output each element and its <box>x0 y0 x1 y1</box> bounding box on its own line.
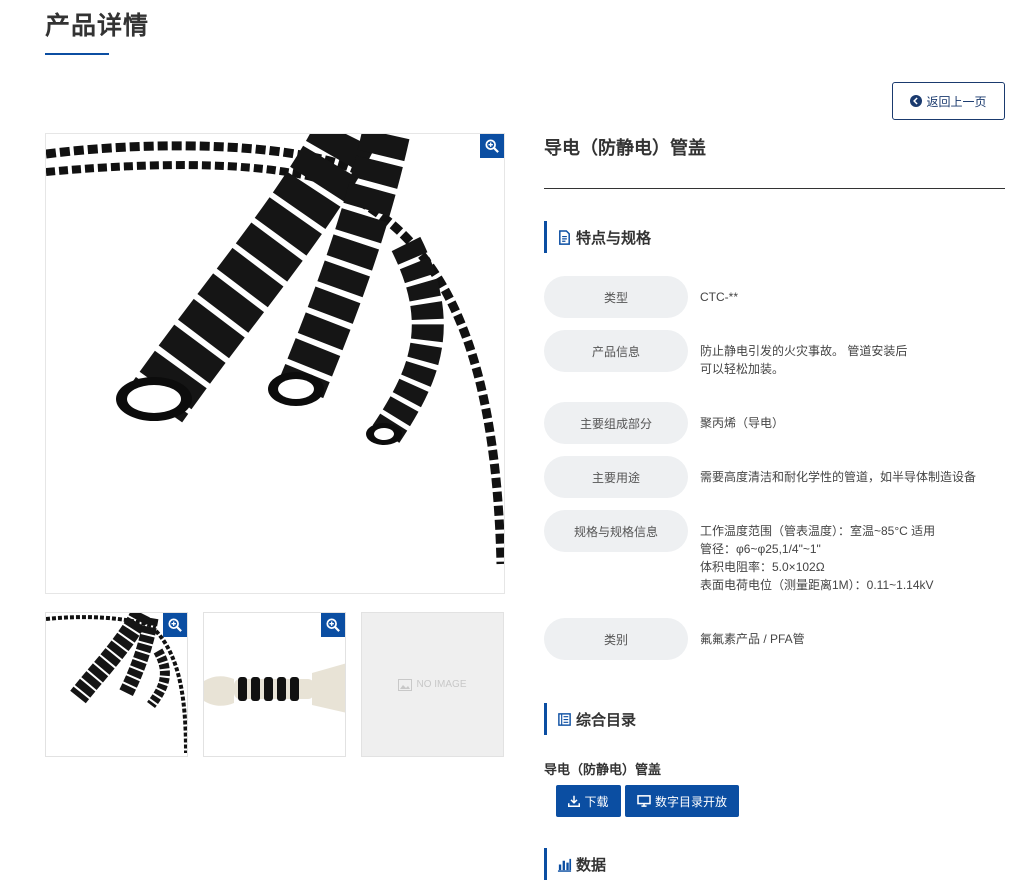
download-icon <box>568 795 581 807</box>
spec-row-specifications: 规格与规格信息 工作温度范围（管表温度）：室温~85°C 适用 管径：φ6~φ2… <box>544 510 935 594</box>
no-image-label: NO IMAGE <box>416 679 467 690</box>
zoom-in-icon <box>326 618 340 632</box>
main-product-image[interactable] <box>45 133 505 594</box>
spec-row-product-info: 产品信息 防止静电引发的火灾事故。 管道安装后 可以轻松加装。 <box>544 330 907 378</box>
spec-row-type: 类型 CTC-** <box>544 276 738 318</box>
spec-value: 聚丙烯（导电） <box>700 416 785 430</box>
catalog-section-title: 综合目录 <box>576 711 637 729</box>
spec-value: 氟氟素产品 / PFA管 <box>700 632 805 646</box>
spec-key: 类型 <box>544 276 688 318</box>
catalog-item-name: 导电（防静电）管盖 <box>544 762 662 777</box>
product-name: 导电（防静电）管盖 <box>544 138 706 158</box>
title-underline <box>45 53 109 55</box>
bar-chart-icon <box>557 858 572 872</box>
spec-row-category: 类别 氟氟素产品 / PFA管 <box>544 618 805 660</box>
back-button[interactable]: 返回上一页 <box>892 82 1005 120</box>
spec-row-main-use: 主要用途 需要高度清洁和耐化学性的管道，如半导体制造设备 <box>544 456 976 498</box>
digital-catalog-button[interactable]: 数字目录开放 <box>625 785 739 817</box>
thumbnail-2[interactable] <box>203 612 346 757</box>
zoom-thumb-1-button[interactable] <box>163 613 187 637</box>
data-section-header: 数据 <box>544 848 606 880</box>
spec-value: CTC-** <box>700 290 738 304</box>
zoom-in-icon <box>485 139 499 153</box>
spec-key: 主要用途 <box>544 456 688 498</box>
zoom-main-button[interactable] <box>480 134 504 158</box>
spec-value: 工作温度范围（管表温度）：室温~85°C 适用 管径：φ6~φ25,1/4"~1… <box>700 524 936 592</box>
document-icon <box>559 229 570 245</box>
spec-row-main-components: 主要组成部分 聚丙烯（导电） <box>544 402 784 444</box>
page-title: 产品详情 <box>45 12 150 40</box>
spec-key: 主要组成部分 <box>544 402 688 444</box>
image-placeholder-icon <box>398 678 413 691</box>
section-accent-bar <box>544 848 547 880</box>
spec-key: 产品信息 <box>544 330 688 372</box>
monitor-icon <box>637 795 651 807</box>
zoom-in-icon <box>168 618 182 632</box>
section-accent-bar <box>544 703 547 735</box>
zoom-thumb-2-button[interactable] <box>321 613 345 637</box>
spec-key: 类别 <box>544 618 688 660</box>
back-button-label: 返回上一页 <box>926 94 987 109</box>
product-name-divider <box>544 188 1005 189</box>
spec-value: 需要高度清洁和耐化学性的管道，如半导体制造设备 <box>700 470 977 484</box>
product-photo <box>46 134 504 565</box>
digital-catalog-label: 数字目录开放 <box>654 794 727 809</box>
spec-section-header: 特点与规格 <box>544 221 651 253</box>
book-icon <box>558 712 571 726</box>
spec-section-title: 特点与规格 <box>576 229 652 247</box>
data-section-title: 数据 <box>576 856 607 874</box>
download-button[interactable]: 下载 <box>556 785 621 817</box>
spec-key: 规格与规格信息 <box>544 510 688 552</box>
catalog-section-header: 综合目录 <box>544 703 636 735</box>
section-accent-bar <box>544 221 547 253</box>
thumbnail-3-placeholder[interactable]: NO IMAGE <box>361 612 504 757</box>
arrow-left-circle-icon <box>910 95 923 107</box>
download-label: 下载 <box>584 794 609 809</box>
thumbnail-1[interactable] <box>45 612 188 757</box>
spec-value: 防止静电引发的火灾事故。 管道安装后 可以轻松加装。 <box>700 344 908 376</box>
